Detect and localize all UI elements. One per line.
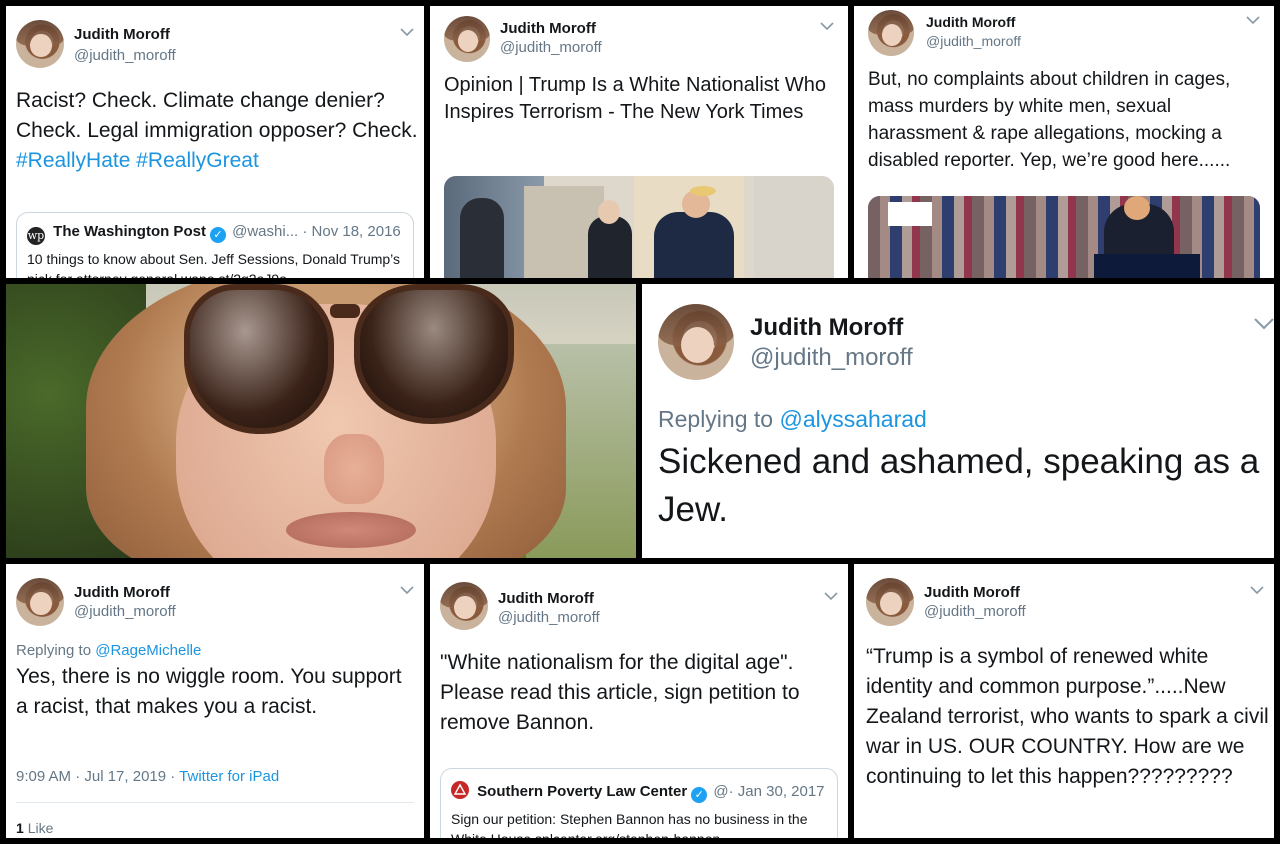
- hashtag-link[interactable]: #ReallyGreat: [136, 149, 259, 172]
- tweet-text: Racist? Check. Climate change denier? Ch…: [16, 86, 420, 176]
- quote-handle-date: @· Jan 30, 2017: [713, 783, 825, 800]
- likes-count: 1: [16, 820, 24, 836]
- user-name[interactable]: Judith Moroff: [74, 26, 170, 43]
- wapo-logo-icon: wp: [27, 227, 45, 245]
- tweet-panel-7: Judith Moroff @judith_moroff “Trump is a…: [854, 564, 1274, 838]
- chevron-down-icon[interactable]: [1246, 16, 1260, 25]
- chevron-down-icon[interactable]: [824, 592, 838, 601]
- sign-graphic: [888, 202, 932, 226]
- quote-text: 10 things to know about Sen. Jeff Sessio…: [27, 251, 401, 278]
- selfie-photo: [6, 284, 636, 558]
- tweet-panel-4: Judith Moroff @judith_moroff Replying to…: [642, 284, 1274, 558]
- avatar[interactable]: [658, 304, 734, 380]
- tweet-panel-6: Judith Moroff @judith_moroff "White nati…: [430, 564, 848, 838]
- user-handle[interactable]: @judith_moroff: [500, 39, 602, 56]
- tweet-panel-2: Judith Moroff @judith_moroff Opinion | T…: [430, 6, 848, 278]
- tweet-text: Yes, there is no wiggle room. You suppor…: [16, 665, 402, 718]
- user-handle[interactable]: @judith_moroff: [924, 603, 1026, 620]
- replying-to-prefix: Replying to: [16, 642, 92, 659]
- chevron-down-icon[interactable]: [820, 22, 834, 31]
- user-handle[interactable]: @judith_moroff: [74, 603, 176, 620]
- hashtag-link[interactable]: #ReallyHate: [16, 149, 130, 172]
- user-name[interactable]: Judith Moroff: [924, 584, 1020, 601]
- chevron-down-icon[interactable]: [1250, 586, 1264, 595]
- replying-to-prefix: Replying to: [658, 406, 774, 432]
- user-handle[interactable]: @judith_moroff: [750, 344, 913, 372]
- tweet-text: Sickened and ashamed, speaking as a Jew.: [658, 442, 1260, 529]
- link-card-image[interactable]: [444, 176, 834, 278]
- avatar[interactable]: [16, 578, 64, 626]
- chevron-down-icon[interactable]: [1254, 318, 1274, 330]
- quoted-tweet[interactable]: wp The Washington Post ✓ @washi... · Nov …: [16, 212, 414, 278]
- quote-source-name: The Washington Post: [53, 223, 206, 240]
- tweet-text: Opinion | Trump Is a White Nationalist W…: [444, 74, 827, 123]
- tweet-panel-5: Judith Moroff @judith_moroff Replying to…: [6, 564, 424, 838]
- avatar[interactable]: [868, 10, 914, 56]
- reply-mention-link[interactable]: @RageMichelle: [95, 642, 201, 659]
- tweet-text-plain: Racist? Check. Climate change denier? Ch…: [16, 89, 418, 142]
- tweet-panel-3: Judith Moroff @judith_moroff But, no com…: [854, 6, 1274, 278]
- replying-to: Replying to @RageMichelle: [16, 642, 201, 659]
- user-handle[interactable]: @judith_moroff: [498, 609, 600, 626]
- chevron-down-icon[interactable]: [400, 586, 414, 595]
- quote-source-name: Southern Poverty Law Center: [477, 783, 688, 800]
- avatar[interactable]: [440, 582, 488, 630]
- user-handle[interactable]: @judith_moroff: [926, 33, 1021, 49]
- link-card-image[interactable]: [868, 196, 1260, 278]
- verified-badge-icon: ✓: [209, 227, 226, 243]
- avatar[interactable]: [866, 578, 914, 626]
- client-link[interactable]: Twitter for iPad: [179, 768, 279, 785]
- tweet-text: But, no complaints about children in cag…: [868, 69, 1231, 171]
- tweet-timestamp: 9:09 AM · Jul 17, 2019 · Twitter for iPa…: [16, 768, 279, 785]
- tweet-panel-1: Judith Moroff @judith_moroff Racist? Che…: [6, 6, 424, 278]
- user-name[interactable]: Judith Moroff: [500, 20, 596, 37]
- avatar[interactable]: [444, 16, 490, 62]
- likes-label: Like: [27, 820, 54, 836]
- timestamp-text[interactable]: 9:09 AM · Jul 17, 2019 ·: [16, 768, 179, 785]
- user-handle[interactable]: @judith_moroff: [74, 47, 176, 64]
- verified-badge-icon: ✓: [691, 787, 708, 803]
- quote-text: Sign our petition: Stephen Bannon has no…: [451, 811, 808, 838]
- tweet-text: "White nationalism for the digital age".…: [440, 651, 800, 734]
- tweet-text: “Trump is a symbol of renewed white iden…: [866, 645, 1269, 788]
- divider: [16, 802, 414, 803]
- user-name[interactable]: Judith Moroff: [750, 314, 903, 342]
- chevron-down-icon[interactable]: [400, 28, 414, 37]
- splc-logo-icon: [451, 781, 469, 799]
- user-name[interactable]: Judith Moroff: [74, 584, 170, 601]
- quote-handle-date: @washi... · Nov 18, 2016: [232, 223, 401, 240]
- replying-to: Replying to @alyssaharad: [658, 406, 927, 433]
- quoted-tweet[interactable]: Southern Poverty Law Center ✓ @· Jan 30, …: [440, 768, 838, 838]
- sunglasses: [184, 284, 514, 434]
- reply-mention-link[interactable]: @alyssaharad: [779, 406, 926, 432]
- avatar[interactable]: [16, 20, 64, 68]
- user-name[interactable]: Judith Moroff: [498, 590, 594, 607]
- user-name[interactable]: Judith Moroff: [926, 14, 1015, 30]
- likes-count-link[interactable]: 1 Like: [16, 820, 53, 836]
